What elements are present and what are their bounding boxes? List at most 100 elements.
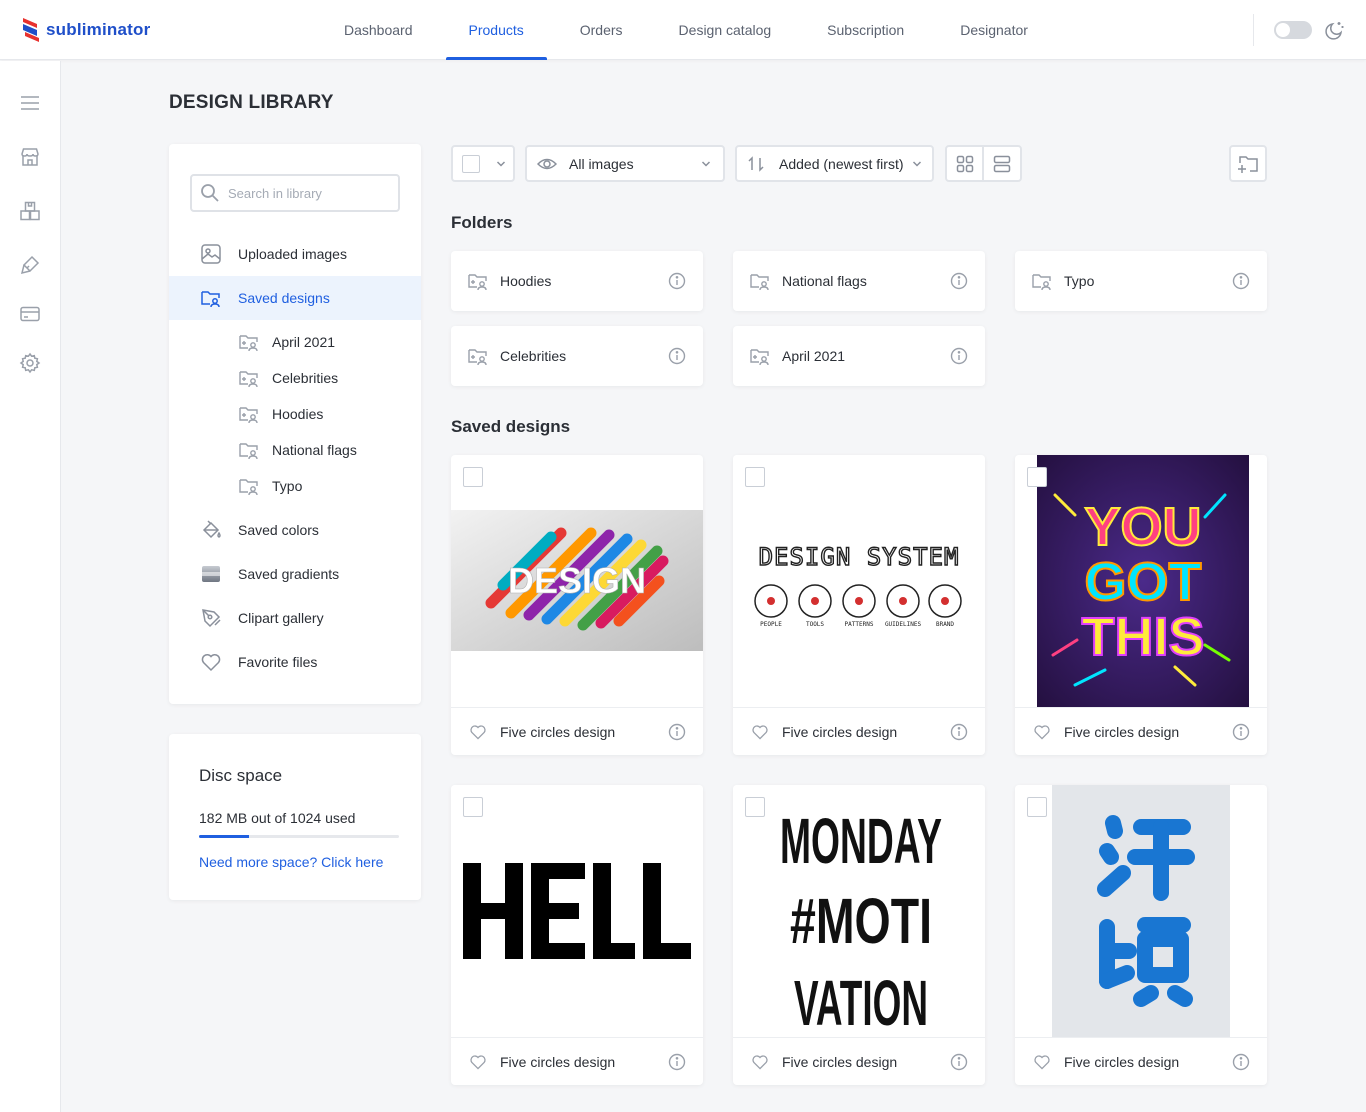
design-system-label: PATTERNS: [845, 621, 874, 628]
sort-select[interactable]: Added (newest first): [735, 145, 934, 182]
user-folder-icon: [239, 407, 258, 424]
design-card[interactable]: MONDAY #MOTI VATION Five circles design: [733, 785, 985, 1085]
info-icon[interactable]: [1232, 1053, 1250, 1071]
design-thumbnail[interactable]: MONDAY #MOTI VATION: [733, 785, 985, 1037]
info-icon[interactable]: [668, 723, 686, 741]
image-filter-select[interactable]: All images: [525, 145, 725, 182]
folder-card-national-flags[interactable]: National flags: [733, 251, 985, 311]
design-thumbnail[interactable]: DESIGN SYSTEM PEOPLE TOOLS PATTERNS GUID…: [733, 455, 985, 707]
subfolder-hoodies[interactable]: Hoodies: [169, 396, 421, 432]
sort-icon: [748, 155, 764, 172]
new-folder-button[interactable]: [1229, 145, 1267, 182]
subfolder-april-2021[interactable]: April 2021: [169, 324, 421, 360]
store-icon[interactable]: [19, 146, 41, 168]
library-search[interactable]: [190, 174, 400, 212]
heart-icon[interactable]: [469, 1053, 487, 1071]
disc-space-fill: [199, 835, 249, 838]
chevron-down-icon: [701, 160, 711, 167]
nav-subscription[interactable]: Subscription: [799, 0, 932, 60]
dark-mode-toggle[interactable]: [1274, 21, 1312, 39]
subfolder-celebrities[interactable]: Celebrities: [169, 360, 421, 396]
main-nav: Dashboard Products Orders Design catalog…: [316, 0, 1056, 60]
folder-card-hoodies[interactable]: Hoodies: [451, 251, 703, 311]
design-system-label: GUIDELINES: [885, 621, 922, 628]
menu-uploaded-images[interactable]: Uploaded images: [169, 232, 421, 276]
design-checkbox[interactable]: [1027, 797, 1047, 817]
heart-icon[interactable]: [751, 1053, 769, 1071]
design-card[interactable]: YOU GOT THIS Five circles design: [1015, 455, 1267, 755]
brand-logo[interactable]: subliminator: [20, 14, 150, 46]
more-space-link[interactable]: Need more space? Click here: [199, 854, 383, 870]
search-input[interactable]: [228, 185, 388, 201]
select-all-checkbox[interactable]: [462, 154, 480, 173]
svg-text:#MOTI: #MOTI: [790, 885, 932, 957]
design-card-footer: Five circles design: [451, 707, 703, 755]
info-icon[interactable]: [668, 1053, 686, 1071]
menu-icon[interactable]: [19, 92, 41, 114]
moon-icon[interactable]: [1324, 19, 1346, 41]
info-icon[interactable]: [1232, 272, 1250, 290]
chevron-down-icon: [496, 160, 506, 167]
menu-clipart-gallery[interactable]: Clipart gallery: [169, 596, 421, 640]
info-icon[interactable]: [668, 272, 686, 290]
subfolder-national-flags[interactable]: National flags: [169, 432, 421, 468]
grid-view-button[interactable]: [947, 147, 984, 180]
design-system-label: TOOLS: [806, 621, 824, 628]
design-thumbnail[interactable]: [1015, 785, 1267, 1037]
info-icon[interactable]: [950, 272, 968, 290]
design-checkbox[interactable]: [1027, 467, 1047, 487]
design-card[interactable]: Five circles design: [451, 785, 703, 1085]
user-folder-icon: [750, 274, 769, 291]
design-checkbox[interactable]: [463, 797, 483, 817]
heart-icon[interactable]: [1033, 1053, 1051, 1071]
heart-icon[interactable]: [751, 723, 769, 741]
folder-card-april-2021[interactable]: April 2021: [733, 326, 985, 386]
info-icon[interactable]: [950, 723, 968, 741]
search-icon: [201, 184, 219, 202]
folder-card-typo[interactable]: Typo: [1015, 251, 1267, 311]
menu-saved-gradients[interactable]: Saved gradients: [169, 552, 421, 596]
brush-icon[interactable]: [19, 254, 41, 276]
design-card[interactable]: Five circles design: [1015, 785, 1267, 1085]
design-system-label: BRAND: [936, 621, 954, 628]
design-checkbox[interactable]: [463, 467, 483, 487]
menu-saved-colors[interactable]: Saved colors: [169, 508, 421, 552]
subfolder-label: National flags: [272, 442, 357, 458]
nav-orders[interactable]: Orders: [552, 0, 651, 60]
image-icon: [201, 244, 221, 264]
boxes-icon[interactable]: [19, 200, 41, 222]
design-checkbox[interactable]: [745, 467, 765, 487]
nav-design-catalog[interactable]: Design catalog: [651, 0, 800, 60]
design-card-footer: Five circles design: [733, 1037, 985, 1085]
design-checkbox[interactable]: [745, 797, 765, 817]
design-card-footer: Five circles design: [733, 707, 985, 755]
info-icon[interactable]: [950, 1053, 968, 1071]
gear-icon[interactable]: [19, 352, 41, 374]
credit-card-icon[interactable]: [19, 303, 41, 325]
heart-icon[interactable]: [1033, 723, 1051, 741]
menu-favorite-files[interactable]: Favorite files: [169, 640, 421, 684]
design-thumbnail[interactable]: DESIGN: [451, 455, 703, 707]
design-card[interactable]: DESIGN SYSTEM PEOPLE TOOLS PATTERNS GUID…: [733, 455, 985, 755]
list-view-button[interactable]: [984, 147, 1020, 180]
design-card[interactable]: DESIGN Five circles design: [451, 455, 703, 755]
select-all-dropdown[interactable]: [451, 145, 515, 182]
subfolder-label: April 2021: [272, 334, 336, 350]
sort-label: Added (newest first): [779, 155, 904, 172]
nav-dashboard[interactable]: Dashboard: [316, 0, 441, 60]
info-icon[interactable]: [950, 347, 968, 365]
nav-designator[interactable]: Designator: [932, 0, 1056, 60]
disc-space-title: Disc space: [199, 766, 283, 785]
info-icon[interactable]: [668, 347, 686, 365]
design-thumbnail[interactable]: YOU GOT THIS: [1015, 455, 1267, 707]
heart-icon[interactable]: [469, 723, 487, 741]
design-artwork-image: DESIGN: [451, 510, 703, 651]
design-thumbnail[interactable]: [451, 785, 703, 1037]
folder-card-celebrities[interactable]: Celebrities: [451, 326, 703, 386]
menu-saved-designs[interactable]: Saved designs: [169, 276, 421, 320]
nav-products[interactable]: Products: [441, 0, 552, 60]
info-icon[interactable]: [1232, 723, 1250, 741]
subfolder-typo[interactable]: Typo: [169, 468, 421, 504]
design-system-label: PEOPLE: [760, 621, 782, 628]
menu-label: Clipart gallery: [238, 610, 324, 626]
